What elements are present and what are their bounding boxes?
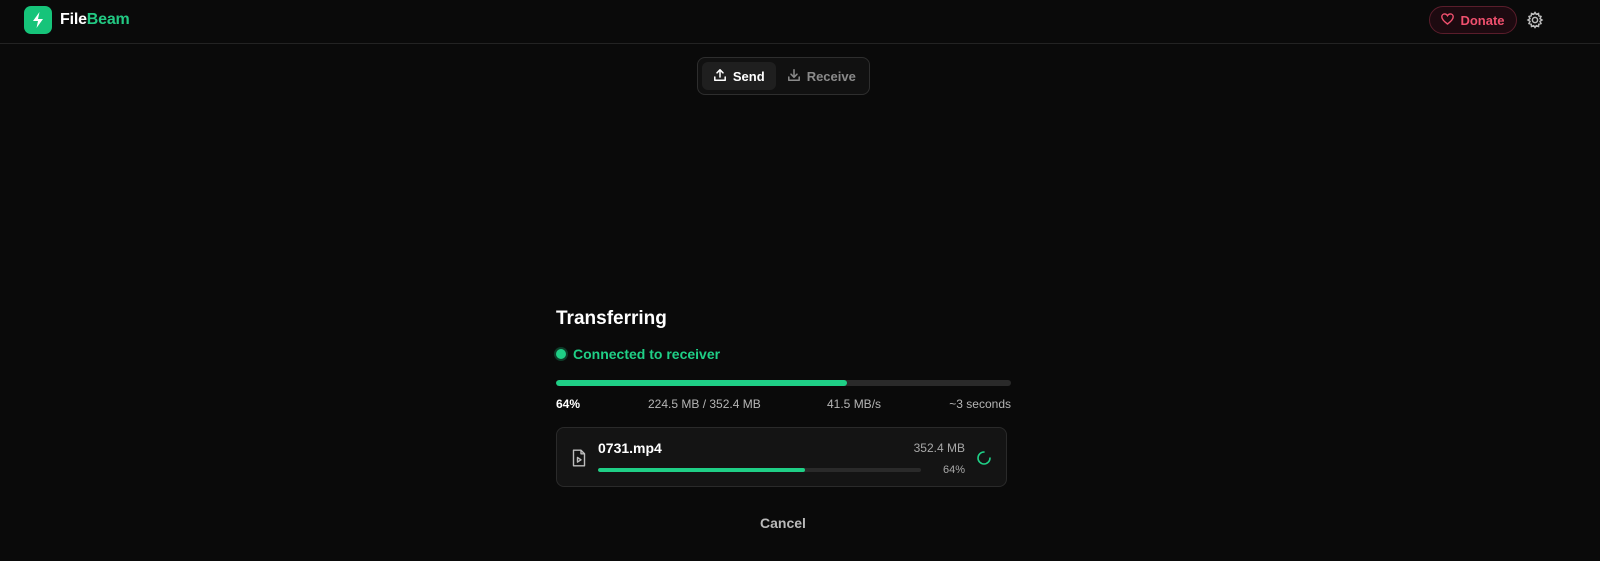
- status-dot: [556, 349, 566, 359]
- tab-receive[interactable]: Receive: [778, 62, 865, 90]
- transferred-size: 224.5 MB / 352.4 MB: [648, 397, 761, 411]
- app-header: FileBeam Donate: [0, 0, 1600, 44]
- mode-toggle: Send Receive: [697, 57, 870, 95]
- brand-name-part2: Beam: [86, 11, 130, 28]
- transfer-stats: 64% 224.5 MB / 352.4 MB 41.5 MB/s ~3 sec…: [556, 397, 1011, 413]
- file-size: 352.4 MB: [913, 441, 965, 455]
- file-name: 0731.mp4: [598, 440, 662, 456]
- heart-icon: [1441, 12, 1455, 28]
- transfer-speed: 41.5 MB/s: [827, 397, 882, 411]
- donate-button[interactable]: Donate: [1429, 6, 1517, 34]
- progress-percent: 64%: [556, 397, 581, 411]
- time-remaining: ~3 seconds: [949, 397, 1011, 411]
- donate-label: Donate: [1460, 12, 1505, 28]
- connection-status: Connected to receiver: [556, 346, 720, 362]
- overall-progress-fill: [556, 380, 848, 386]
- file-progress-fill: [598, 468, 805, 472]
- video-file-icon: [571, 449, 587, 467]
- file-item: 0731.mp4 352.4 MB 64%: [556, 427, 1007, 487]
- file-progress-percent: 64%: [942, 464, 965, 476]
- gear-icon[interactable]: [1525, 10, 1545, 30]
- tab-send-label: Send: [732, 68, 765, 84]
- file-progress-bar: [598, 468, 921, 472]
- transfer-title: Transferring: [556, 308, 667, 329]
- cancel-button[interactable]: Cancel: [740, 512, 826, 534]
- brand-name-part1: File: [60, 11, 87, 28]
- tab-send[interactable]: Send: [702, 62, 776, 90]
- tab-receive-label: Receive: [806, 68, 856, 84]
- connection-status-text: Connected to receiver: [573, 346, 721, 362]
- loading-spinner-icon: [976, 450, 992, 466]
- app-brand[interactable]: FileBeam: [60, 11, 130, 29]
- download-icon: [787, 68, 801, 85]
- lightning-bolt-icon[interactable]: [24, 6, 52, 34]
- overall-progress-bar: [556, 380, 1011, 386]
- upload-icon: [713, 68, 727, 85]
